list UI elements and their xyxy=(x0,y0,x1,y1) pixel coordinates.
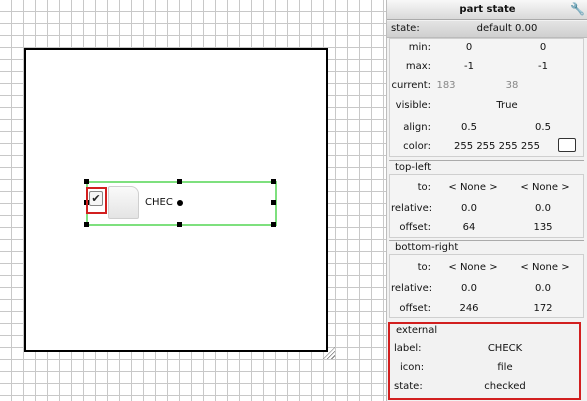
tl-to-x-select[interactable]: < None > xyxy=(445,182,501,193)
color-value[interactable]: 255 255 255 255 xyxy=(447,141,547,152)
tl-offset-label: offset: xyxy=(399,222,431,233)
part-label-text: CHEC xyxy=(145,197,173,208)
current-x-value: 183 xyxy=(436,80,456,91)
tl-to-label: to: xyxy=(417,182,431,193)
handle-top-right[interactable] xyxy=(271,179,276,184)
br-offset-label: offset: xyxy=(399,303,431,314)
max-label: max: xyxy=(405,61,431,72)
min-x-field[interactable]: 0 xyxy=(447,42,491,53)
handle-bottom-right[interactable] xyxy=(271,222,276,227)
handle-mid-right[interactable] xyxy=(271,200,276,205)
check-highlight xyxy=(86,187,107,214)
panel-title-text: part state xyxy=(459,4,516,15)
ext-state-label: state: xyxy=(394,381,423,392)
br-relative-label: relative: xyxy=(391,283,433,294)
handle-top-left[interactable] xyxy=(84,179,89,184)
align-label: align: xyxy=(403,122,431,133)
current-label: current: xyxy=(391,80,431,91)
external-section: external label: CHECK icon: file state: … xyxy=(388,322,581,400)
current-y-value: 38 xyxy=(505,80,519,91)
state-value[interactable]: default 0.00 xyxy=(447,23,567,34)
handle-top-mid[interactable] xyxy=(177,179,182,184)
tl-to-y-select[interactable]: < None > xyxy=(517,182,573,193)
br-to-y-select[interactable]: < None > xyxy=(517,262,573,273)
visible-label: visible: xyxy=(395,100,431,111)
min-y-field[interactable]: 0 xyxy=(521,42,565,53)
handle-bottom-mid[interactable] xyxy=(177,222,182,227)
anchor-point[interactable] xyxy=(177,200,183,206)
handle-bottom-left[interactable] xyxy=(84,222,89,227)
tl-relative-label: relative: xyxy=(391,203,433,214)
visible-toggle[interactable]: True xyxy=(477,100,537,111)
tl-offset-y-field[interactable]: 135 xyxy=(521,222,565,233)
panel-title: part state 🔧 xyxy=(387,0,587,20)
br-relative-x-field[interactable]: 0.0 xyxy=(447,283,491,294)
external-header: external xyxy=(396,325,438,336)
color-swatch[interactable] xyxy=(558,138,576,152)
file-icon xyxy=(108,186,139,219)
ext-icon-label: icon: xyxy=(400,362,425,373)
ext-state-field[interactable]: checked xyxy=(470,381,540,392)
wrench-icon[interactable]: 🔧 xyxy=(570,2,585,16)
br-offset-y-field[interactable]: 172 xyxy=(521,303,565,314)
br-relative-y-field[interactable]: 0.0 xyxy=(521,283,565,294)
state-selector[interactable]: state: default 0.00 xyxy=(387,21,587,38)
layout-canvas[interactable]: ✔ CHEC xyxy=(0,0,386,401)
tl-relative-y-field[interactable]: 0.0 xyxy=(521,203,565,214)
align-x-field[interactable]: 0.5 xyxy=(447,122,491,133)
max-y-field[interactable]: -1 xyxy=(521,61,565,72)
bottom-right-header: bottom-right xyxy=(389,240,584,254)
ext-label-field[interactable]: CHECK xyxy=(470,343,540,354)
br-to-x-select[interactable]: < None > xyxy=(445,262,501,273)
top-left-header: top-left xyxy=(389,160,584,174)
min-label: min: xyxy=(408,42,431,53)
ext-label-label: label: xyxy=(394,343,422,354)
state-label: state: xyxy=(391,23,420,34)
state-properties xyxy=(389,38,584,157)
tl-relative-x-field[interactable]: 0.0 xyxy=(447,203,491,214)
max-x-field[interactable]: -1 xyxy=(447,61,491,72)
br-offset-x-field[interactable]: 246 xyxy=(447,303,491,314)
ext-icon-field[interactable]: file xyxy=(470,362,540,373)
color-label: color: xyxy=(403,141,431,152)
br-to-label: to: xyxy=(417,262,431,273)
tl-offset-x-field[interactable]: 64 xyxy=(447,222,491,233)
align-y-field[interactable]: 0.5 xyxy=(521,122,565,133)
